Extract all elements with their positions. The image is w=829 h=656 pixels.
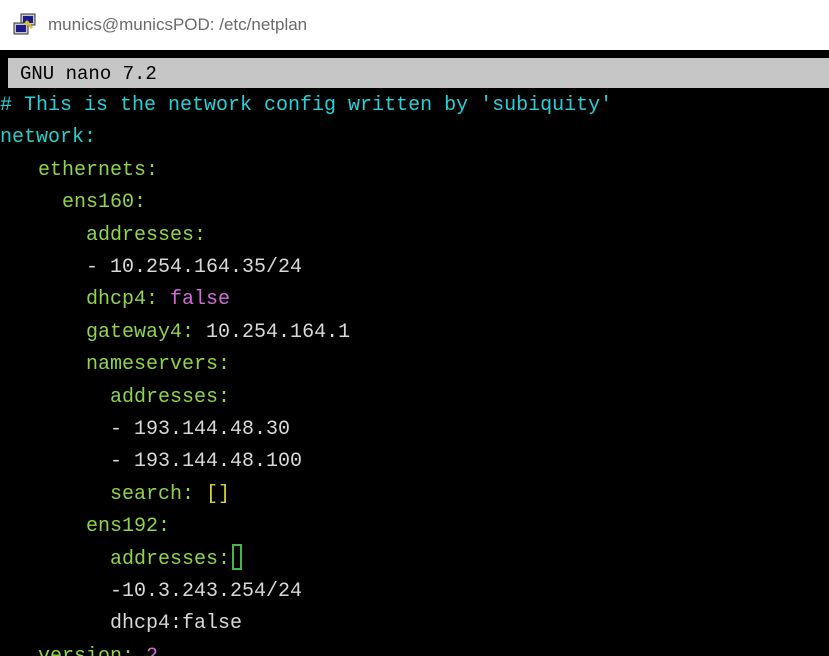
yaml-key: nameservers	[86, 353, 219, 377]
editor-line[interactable]: network:	[0, 122, 96, 154]
editor-line[interactable]: ethernets:	[14, 155, 158, 187]
editor-line[interactable]: gateway4: 10.254.164.1	[14, 317, 350, 349]
yaml-key: gateway4	[86, 320, 183, 344]
yaml-key: version	[38, 645, 122, 656]
yaml-value: 2	[146, 645, 158, 656]
yaml-key: search	[110, 482, 183, 506]
editor-line[interactable]: -10.3.243.254/24	[14, 576, 302, 608]
yaml-value: - 193.144.48.100	[110, 450, 303, 474]
editor-line[interactable]: # This is the network config written by …	[0, 90, 612, 122]
editor-line[interactable]: - 10.254.164.35/24	[14, 252, 302, 284]
terminal-area[interactable]: GNU nano 7.2 # This is the network confi…	[0, 50, 829, 656]
yaml-key: network	[0, 126, 85, 150]
editor-line[interactable]: addresses:	[14, 220, 206, 252]
yaml-value: false	[170, 288, 231, 312]
yaml-key: addresses	[110, 547, 219, 571]
comment-text: # This is the network config written by …	[0, 94, 613, 117]
yaml-value: -10.3.243.254/24	[110, 580, 303, 603]
nano-header-bar: GNU nano 7.2	[8, 58, 829, 88]
yaml-key: ens160	[62, 191, 135, 215]
yaml-value: dhcp4:false	[110, 612, 243, 636]
editor-line[interactable]: addresses:	[14, 543, 243, 576]
editor-line[interactable]: search: []	[14, 479, 230, 511]
editor-line[interactable]: - 193.144.48.100	[14, 446, 302, 478]
yaml-key: addresses	[110, 385, 219, 409]
editor-line[interactable]: dhcp4: false	[14, 284, 230, 316]
yaml-value: - 193.144.48.30	[110, 418, 291, 441]
yaml-value: - 10.254.164.35/24	[86, 256, 303, 279]
editor-line[interactable]: version: 2	[14, 641, 158, 656]
window-title: munics@municsPOD: /etc/netplan	[48, 15, 308, 34]
yaml-value: 10.254.164.1	[206, 320, 351, 344]
editor-line[interactable]: ens160:	[14, 187, 146, 219]
yaml-key: dhcp4	[86, 288, 147, 312]
window-titlebar[interactable]: munics@municsPOD: /etc/netplan	[0, 0, 829, 50]
yaml-value: []	[206, 482, 231, 506]
editor-line[interactable]: - 193.144.48.30	[14, 414, 290, 446]
editor-line[interactable]: nameservers:	[14, 349, 230, 381]
text-cursor	[232, 543, 243, 570]
yaml-key: ens192	[86, 515, 159, 539]
editor-line[interactable]: ens192:	[14, 511, 170, 543]
editor-line[interactable]: addresses:	[14, 382, 230, 414]
nano-version-label: GNU nano 7.2	[20, 63, 157, 85]
yaml-key: ethernets	[38, 158, 147, 182]
yaml-key: addresses	[86, 223, 195, 247]
putty-icon	[12, 12, 38, 38]
editor-line[interactable]: dhcp4:false	[14, 608, 242, 640]
